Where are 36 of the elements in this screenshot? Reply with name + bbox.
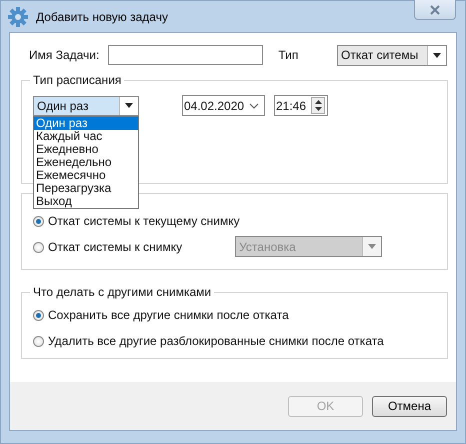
- radio-label[interactable]: Откат системы к текущему снимку: [48, 214, 240, 228]
- dropdown-option[interactable]: Выход: [34, 195, 138, 208]
- field-label: Тип: [278, 48, 298, 62]
- dropdown-option[interactable]: Ежемесячно: [34, 169, 138, 182]
- radio-button[interactable]: [33, 216, 44, 226]
- dropdown-option[interactable]: Ежедневно: [34, 143, 138, 156]
- dropdown-option[interactable]: Еженедельно: [34, 156, 138, 169]
- window-title: Добавить новую задачу: [36, 10, 168, 24]
- spin-button[interactable]: [311, 97, 325, 114]
- type-dropdown[interactable]: Откат ситемы: [337, 44, 447, 66]
- up-arrow-icon: [314, 100, 322, 104]
- radio-label[interactable]: Сохранить все другие снимки после отката: [48, 308, 289, 322]
- caret-icon: [433, 52, 441, 58]
- dropdown-option[interactable]: Перезагрузка: [34, 182, 138, 195]
- close-icon: [430, 4, 440, 14]
- radio-button[interactable]: [33, 336, 44, 346]
- dropdown-option[interactable]: Один раз: [34, 117, 138, 130]
- frequency-dropdown[interactable]: Один раз: [33, 96, 139, 116]
- caret-icon: [368, 244, 376, 249]
- dropdown-option[interactable]: Каждый час: [34, 130, 138, 143]
- group-title: Тип расписания: [30, 73, 124, 87]
- radio-label[interactable]: Откат системы к снимку: [48, 240, 182, 254]
- caret-icon: [125, 103, 133, 108]
- dialog-button[interactable]: Отмена: [372, 396, 447, 416]
- radio-button[interactable]: [33, 242, 44, 252]
- date-picker[interactable]: 04.02.2020: [182, 95, 265, 116]
- name-field[interactable]: [108, 45, 264, 65]
- down-arrow-icon: [314, 107, 322, 112]
- radio-button[interactable]: [33, 310, 44, 320]
- field-label: Имя Задачи:: [29, 48, 100, 62]
- chevron-icon: [249, 102, 259, 108]
- group-title: Что делать с другими снимками: [30, 285, 214, 299]
- close-button[interactable]: [414, 0, 456, 20]
- gear-icon: [8, 6, 28, 26]
- radio-label[interactable]: Удалить все другие разблокированные снимки после отката: [48, 334, 384, 348]
- time-field[interactable]: 21:46: [274, 95, 328, 116]
